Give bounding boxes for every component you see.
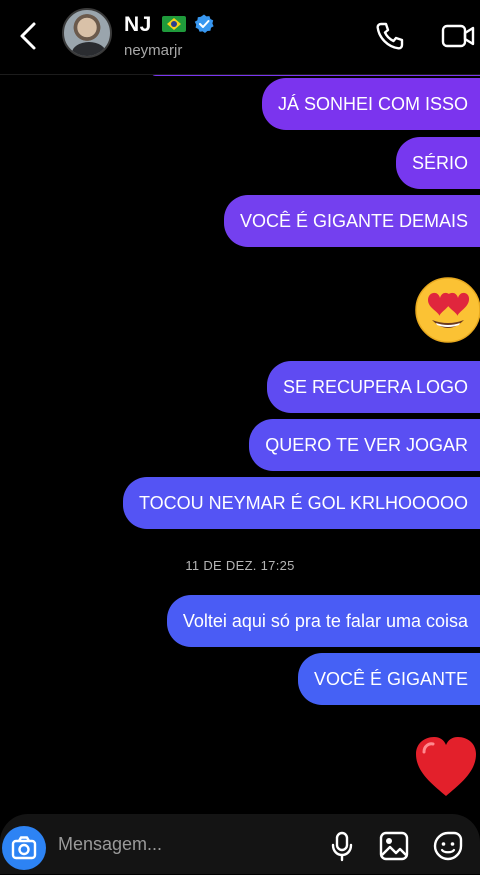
sent-message[interactable]: JÁ SONHEI COM ISSO	[261, 78, 480, 130]
voice-call-button[interactable]	[374, 20, 406, 52]
video-camera-icon	[441, 24, 475, 48]
phone-icon	[376, 22, 404, 50]
sent-message[interactable]: Voltei aqui só pra te falar uma coisa	[166, 595, 480, 647]
message-thread: JÁ SONHEI COM ISSO SÉRIO VOCÊ É GIGANTE …	[0, 0, 480, 854]
message-text: VOCÊ É GIGANTE DEMAIS	[239, 210, 468, 231]
microphone-icon	[331, 831, 353, 862]
sent-message[interactable]: VOCÊ É GIGANTE DEMAIS	[223, 195, 480, 247]
red-heart-emoji-message[interactable]	[412, 734, 480, 800]
heart-eyes-emoji-message[interactable]	[414, 272, 480, 346]
back-arrow-icon	[20, 22, 36, 50]
sent-message[interactable]: SÉRIO	[395, 137, 480, 189]
verified-badge-icon	[194, 14, 214, 33]
message-text: SÉRIO	[411, 152, 468, 173]
avatar[interactable]	[62, 8, 112, 58]
message-composer	[0, 814, 480, 874]
sent-message[interactable]: SE RECUPERA LOGO	[266, 361, 480, 413]
heart-eyes-emoji-icon	[415, 277, 480, 343]
sticker-button[interactable]	[432, 830, 464, 862]
camera-button[interactable]	[2, 826, 46, 870]
message-text: QUERO TE VER JOGAR	[265, 434, 468, 455]
contact-name[interactable]: NJ	[124, 13, 152, 37]
gallery-icon	[379, 831, 409, 861]
message-text: SE RECUPERA LOGO	[282, 376, 468, 397]
message-timestamp: 11 DE DEZ. 17:25	[185, 558, 295, 573]
sent-message[interactable]: QUERO TE VER JOGAR	[249, 419, 480, 471]
back-button[interactable]	[14, 20, 42, 52]
video-call-button[interactable]	[440, 20, 476, 52]
sticker-icon	[433, 831, 463, 861]
avatar-image	[72, 42, 106, 56]
sent-message[interactable]: TOCOU NEYMAR É GOL KRLHOOOOO	[122, 477, 480, 529]
message-text: JÁ SONHEI COM ISSO	[277, 93, 468, 114]
camera-icon	[11, 836, 37, 860]
microphone-button[interactable]	[328, 830, 356, 862]
gallery-button[interactable]	[378, 830, 410, 862]
red-heart-emoji-icon	[416, 737, 476, 796]
message-text: VOCÊ É GIGANTE	[313, 668, 468, 689]
sent-message[interactable]: VOCÊ É GIGANTE	[297, 653, 480, 705]
brazil-flag-icon	[162, 16, 186, 32]
message-text: TOCOU NEYMAR É GOL KRLHOOOOO	[138, 492, 468, 513]
contact-username[interactable]: neymarjr	[124, 42, 182, 59]
chat-header: NJ neymarjr	[0, 0, 480, 75]
message-text: Voltei aqui só pra te falar uma coisa	[182, 610, 468, 631]
